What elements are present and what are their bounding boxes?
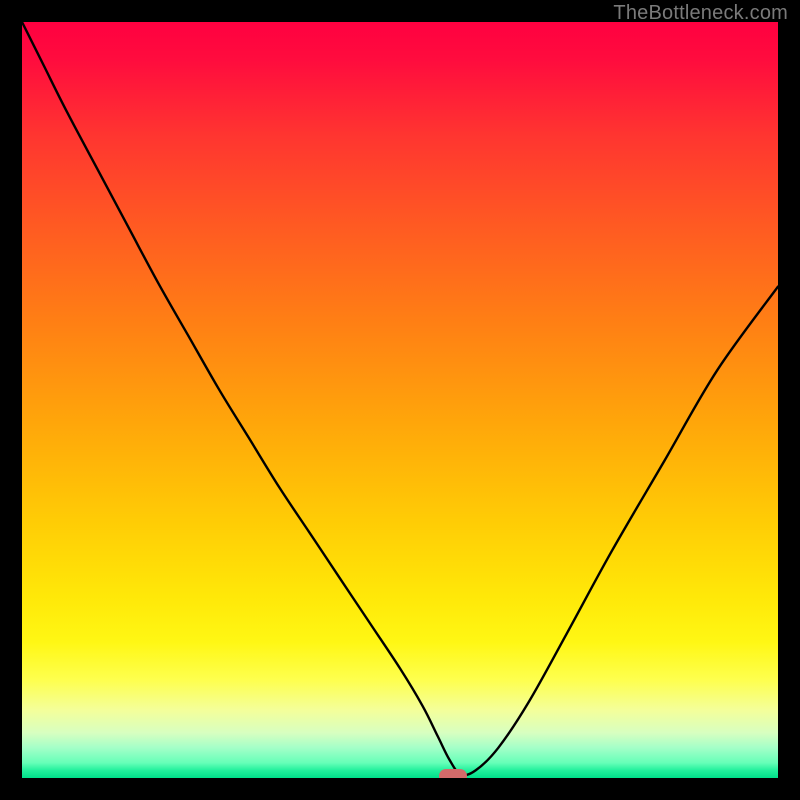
chart-frame: TheBottleneck.com — [0, 0, 800, 800]
optimal-point-marker — [439, 769, 467, 778]
plot-area — [22, 22, 778, 778]
bottleneck-curve — [22, 22, 778, 778]
